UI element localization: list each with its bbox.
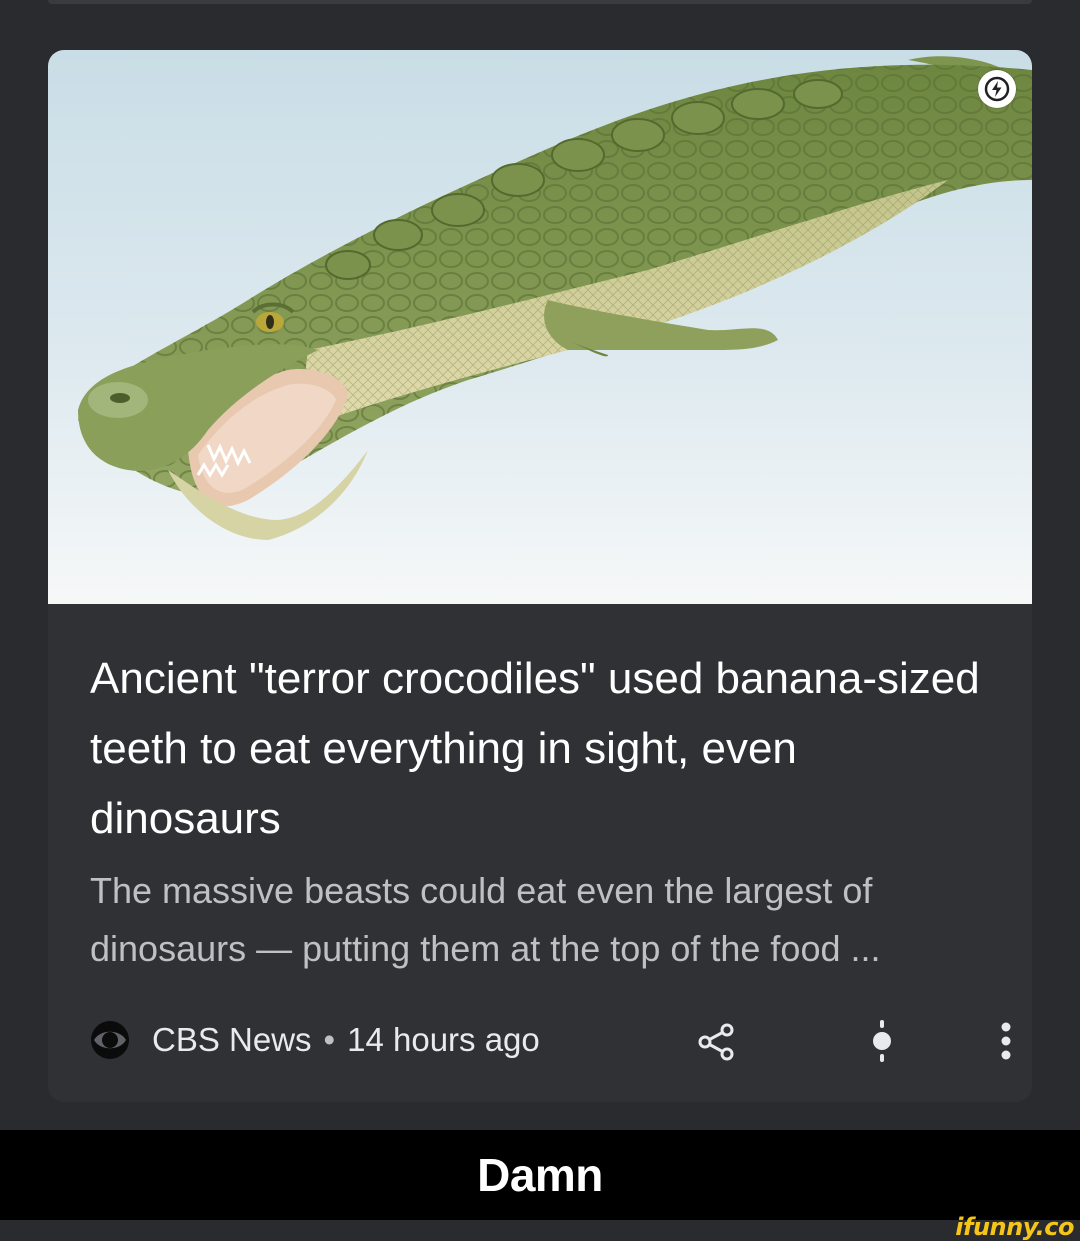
ifunny-watermark: ifunny.co xyxy=(955,1213,1074,1241)
lightning-bolt-icon xyxy=(978,70,1016,108)
notification-toggle-icon[interactable] xyxy=(866,1018,898,1064)
meme-caption: Damn xyxy=(477,1149,603,1201)
more-vertical-icon[interactable] xyxy=(990,1018,1022,1064)
watermark-strip xyxy=(0,1220,1080,1240)
article-meta: CBS News • 14 hours ago xyxy=(90,1016,1011,1064)
article-image[interactable] xyxy=(48,50,1032,604)
news-card[interactable]: Ancient "terror crocodiles" used banana-… xyxy=(48,50,1032,1102)
article-snippet: The massive beasts could eat even the la… xyxy=(90,870,881,969)
time-ago: 14 hours ago xyxy=(347,1021,540,1058)
previous-card-edge xyxy=(48,0,1032,4)
article-headline[interactable]: Ancient "terror crocodiles" used banana-… xyxy=(90,644,990,854)
cbs-eye-icon xyxy=(90,1020,130,1060)
share-icon[interactable] xyxy=(694,1020,738,1064)
meta-separator: • xyxy=(323,1021,336,1058)
meme-caption-bar: Damn xyxy=(0,1130,1080,1220)
source-name[interactable]: CBS News xyxy=(152,1021,312,1059)
